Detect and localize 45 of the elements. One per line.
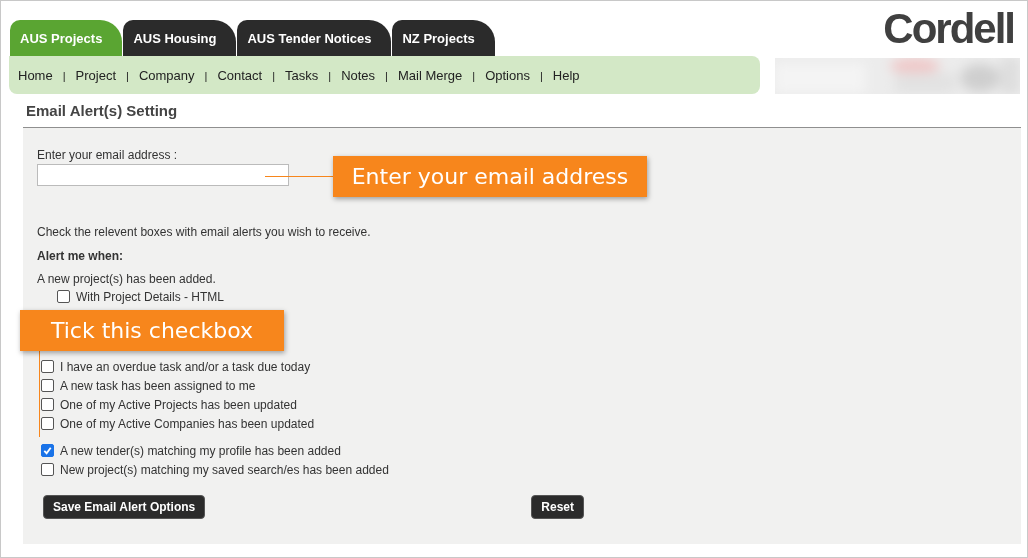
save-button[interactable]: Save Email Alert Options	[43, 495, 206, 519]
field-label: Enter your email address :	[37, 148, 179, 164]
nav-separator: |	[126, 70, 129, 82]
checkbox-label: New project(s) matching my saved search/es has been added	[60, 462, 389, 477]
reset-button[interactable]: Reset	[531, 495, 584, 519]
nav-separator: |	[204, 70, 208, 82]
nav-link[interactable]: Home	[18, 67, 53, 83]
checkbox-label: A new tender(s) matching my profile has been added	[60, 443, 341, 458]
callout: Enter your email address	[333, 156, 647, 197]
nav-separator: |	[62, 70, 66, 82]
nav-link[interactable]: Project	[75, 67, 116, 83]
nav-link[interactable]: Help	[552, 67, 580, 83]
nav-tab[interactable]: NZ Projects	[392, 20, 495, 56]
option-label: A new project(s) has been added.	[37, 272, 217, 288]
checkbox[interactable]	[41, 463, 54, 476]
checkbox[interactable]	[41, 444, 54, 457]
checkbox[interactable]	[41, 398, 54, 411]
checkbox-label: One of my Active Companies has been updated	[60, 416, 315, 431]
email-field[interactable]	[37, 164, 289, 186]
instructions-text: Check the relevent boxes with email alerts you wish to receive.	[37, 225, 372, 241]
checkbox-label: A new task has been assigned to me	[60, 378, 256, 393]
nav-separator: |	[472, 70, 476, 82]
nav-link[interactable]: Contact	[217, 67, 263, 83]
nav-tab[interactable]: AUS Tender Notices	[237, 20, 392, 56]
nav-link[interactable]: Notes	[341, 67, 376, 83]
logo: Cordell	[883, 7, 1014, 51]
checkbox-label: With Project Details - HTML	[76, 289, 225, 304]
checkbox[interactable]	[57, 290, 70, 303]
nav-separator: |	[272, 70, 276, 82]
nav-separator: |	[385, 70, 388, 82]
nav-link[interactable]: Company	[138, 67, 195, 83]
nav-tab[interactable]: AUS Housing	[123, 20, 237, 56]
checkbox[interactable]	[41, 379, 54, 392]
callout: Tick this checkbox	[20, 310, 284, 351]
checkbox[interactable]	[41, 360, 54, 373]
checkbox-label: One of my Active Projects has been updated	[60, 397, 297, 412]
checkbox-label: I have an overdue task and/or a task due today	[60, 359, 311, 374]
nav-link[interactable]: Mail Merge	[397, 67, 463, 83]
checkbox[interactable]	[41, 417, 54, 430]
leader-line	[265, 176, 333, 177]
nav-separator: |	[328, 70, 332, 82]
section-heading: Alert me when:	[37, 249, 124, 265]
nav-link[interactable]: Tasks	[285, 67, 319, 83]
nav-separator: |	[539, 70, 543, 82]
nav-link[interactable]: Options	[485, 67, 530, 83]
